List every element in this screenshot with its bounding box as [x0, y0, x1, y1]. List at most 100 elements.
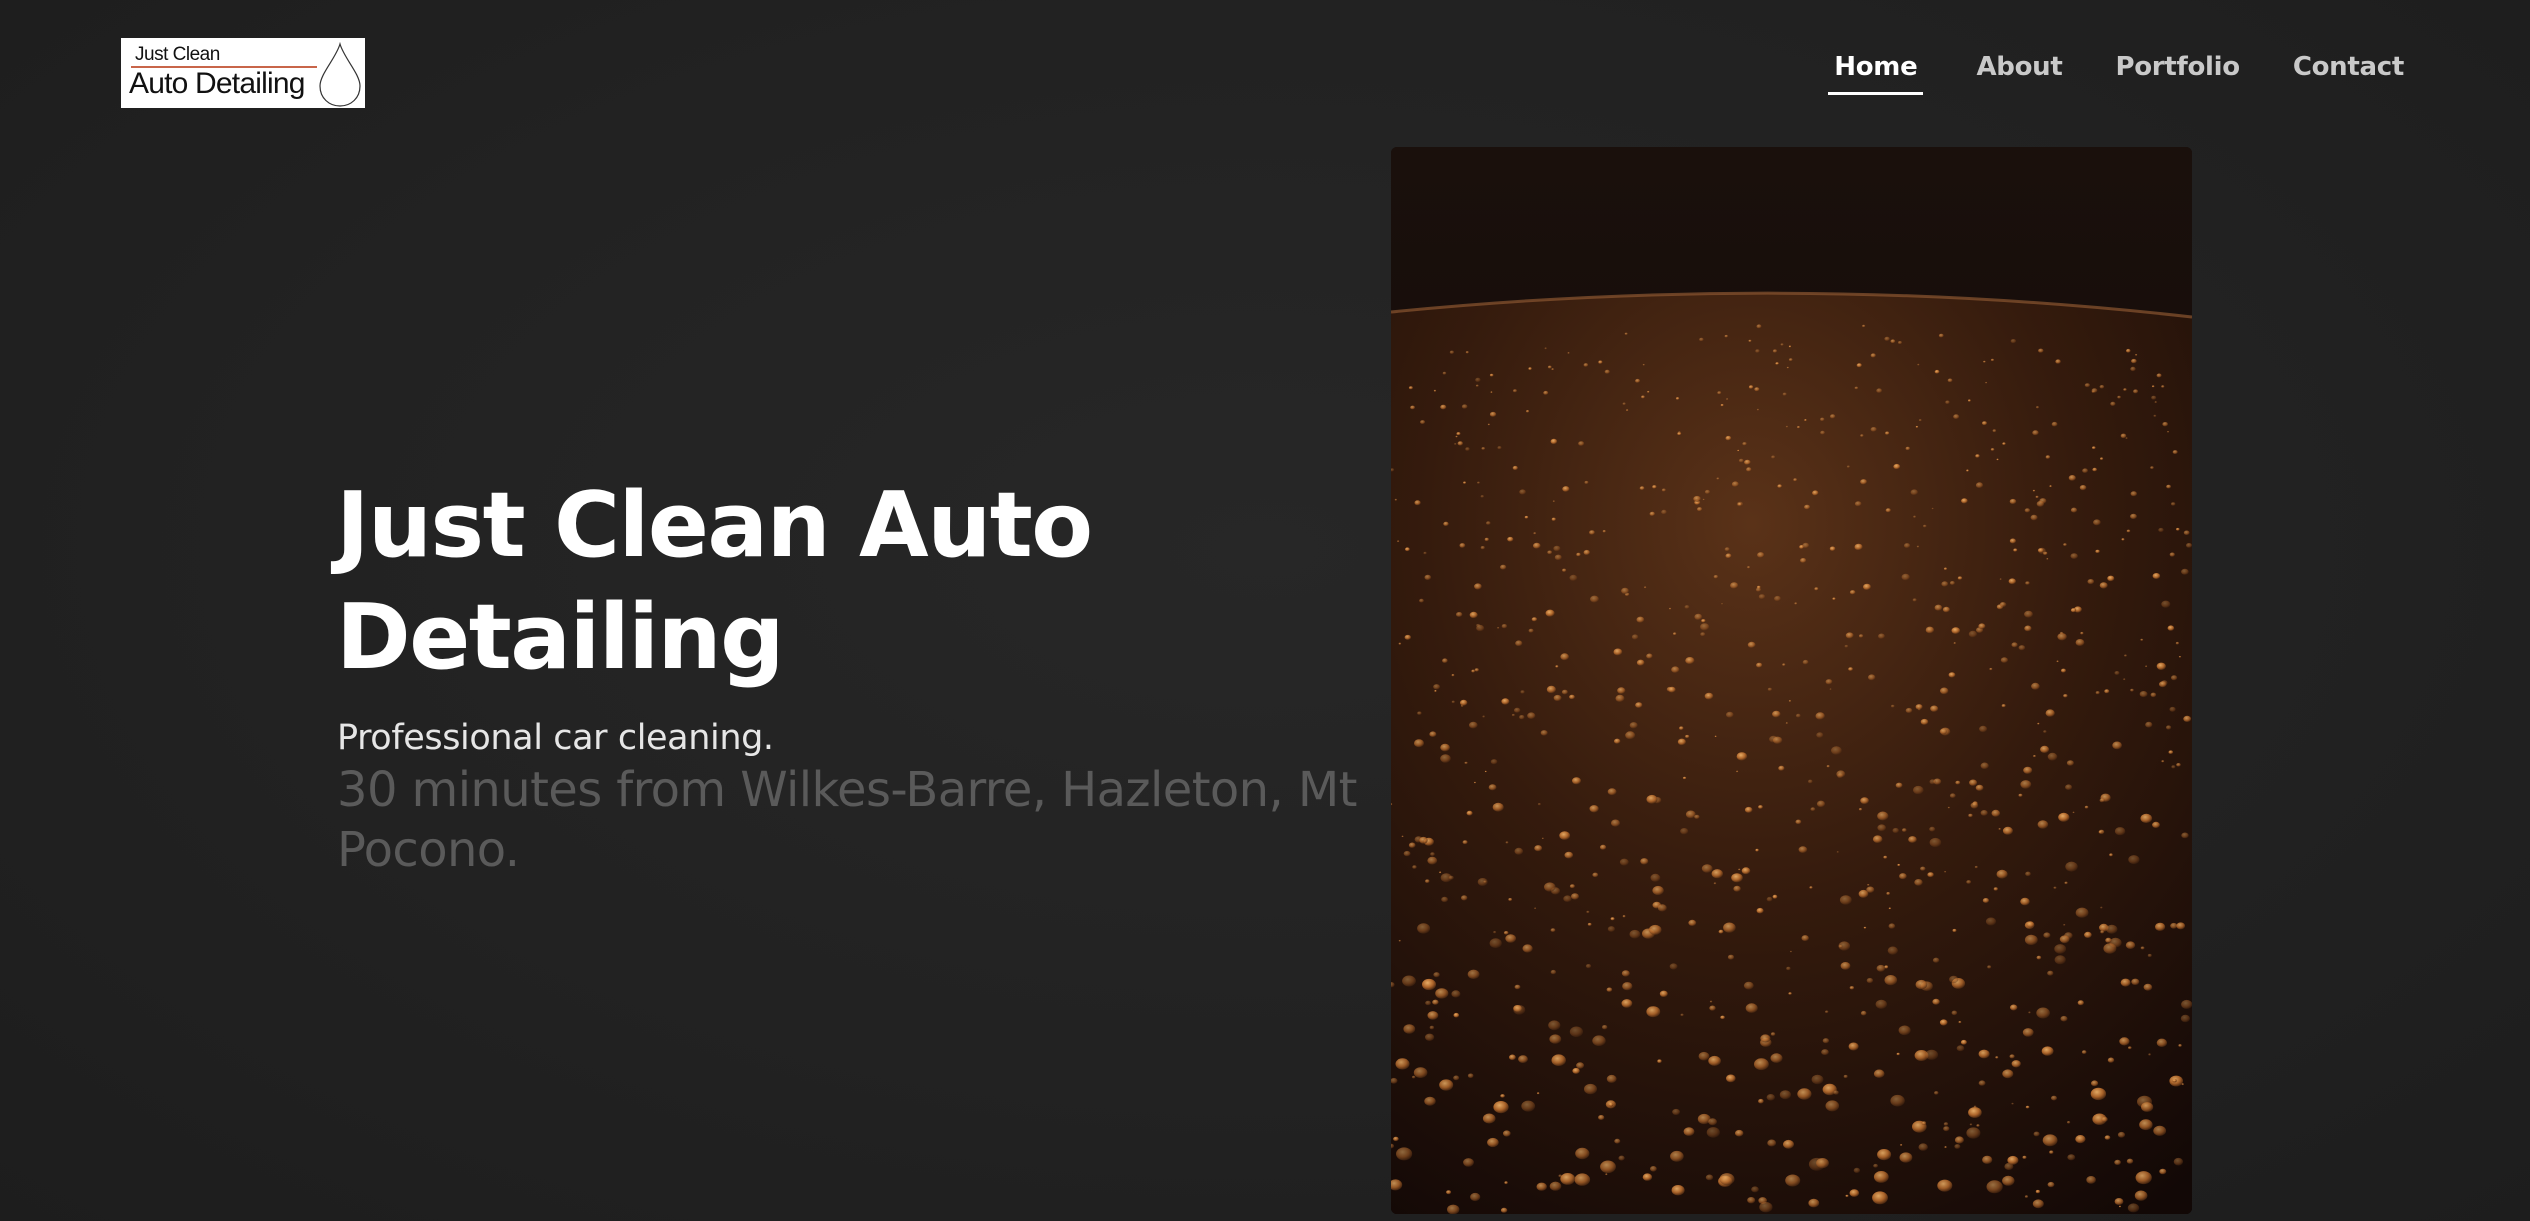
droplet — [2065, 784, 2073, 790]
droplet — [1560, 653, 1569, 661]
droplet — [1848, 667, 1853, 671]
droplet — [1414, 500, 1421, 506]
droplet — [2176, 763, 2181, 767]
droplet — [2002, 1175, 2015, 1186]
droplet — [2099, 385, 2105, 389]
droplet — [1884, 336, 1890, 341]
droplet — [1701, 619, 1706, 623]
droplet — [1943, 1122, 1949, 1126]
droplet — [1901, 573, 1910, 581]
droplet — [1930, 705, 1939, 712]
droplet — [1514, 984, 1521, 990]
droplet — [2119, 1037, 2130, 1046]
droplet — [1758, 1098, 1764, 1104]
droplet — [1586, 910, 1590, 914]
droplet — [1961, 498, 1968, 504]
droplet — [1957, 576, 1963, 580]
droplet — [1708, 1118, 1717, 1126]
droplet — [1711, 869, 1723, 879]
droplet — [2126, 348, 2131, 353]
droplet — [2178, 1044, 2182, 1047]
droplet — [2139, 1119, 2153, 1131]
droplet — [1447, 1204, 1460, 1214]
droplet — [1451, 990, 1461, 998]
droplet — [2091, 388, 2098, 393]
droplet — [2054, 944, 2067, 954]
droplet — [1790, 950, 1792, 953]
droplet — [1475, 377, 1481, 383]
droplet — [1401, 835, 1404, 838]
droplet — [1702, 498, 1705, 501]
droplet — [1853, 1167, 1861, 1173]
droplet — [1501, 698, 1510, 705]
droplet — [1733, 885, 1741, 892]
droplet — [1854, 501, 1862, 507]
droplet — [1474, 583, 1482, 590]
droplet — [2130, 513, 2137, 520]
droplet — [1536, 1182, 1547, 1191]
droplet — [1425, 879, 1430, 883]
page: Just Clean Auto Detailing Home About Por… — [0, 0, 2530, 1221]
nav-home[interactable]: Home — [1828, 52, 1924, 95]
droplet — [1492, 802, 1504, 812]
nav-portfolio[interactable]: Portfolio — [2115, 52, 2240, 95]
droplet — [1918, 419, 1922, 422]
droplet — [2166, 484, 2171, 489]
droplet — [1567, 352, 1570, 354]
droplet — [2172, 450, 2178, 455]
droplet — [2058, 812, 2070, 822]
nav-about[interactable]: About — [1976, 52, 2062, 95]
droplet — [2036, 1007, 2050, 1019]
droplet — [1780, 343, 1784, 346]
droplet — [1435, 988, 1449, 999]
droplet — [1584, 1083, 1597, 1095]
droplet — [1685, 734, 1690, 739]
droplet — [1978, 1080, 1986, 1086]
droplet — [1682, 776, 1687, 780]
droplet — [1954, 1136, 1964, 1144]
droplet — [1615, 694, 1625, 703]
droplet — [1934, 369, 1940, 374]
droplet — [1892, 827, 1899, 834]
droplet — [1744, 459, 1751, 465]
droplet — [1794, 602, 1798, 605]
droplet — [1912, 598, 1917, 602]
droplet — [2173, 1157, 2184, 1166]
droplet — [2141, 1102, 2154, 1112]
droplet — [2120, 978, 2131, 987]
site-logo[interactable]: Just Clean Auto Detailing — [121, 38, 365, 108]
droplet — [1527, 712, 1536, 719]
droplet — [1540, 730, 1548, 736]
droplet — [1867, 884, 1870, 886]
droplet — [1797, 1088, 1812, 1100]
droplet — [1756, 907, 1764, 914]
nav-contact[interactable]: Contact — [2293, 52, 2404, 95]
droplet — [1625, 731, 1636, 740]
droplet — [1759, 1202, 1773, 1213]
droplet — [1877, 824, 1886, 832]
droplet — [1966, 469, 1969, 472]
droplet — [1999, 602, 2007, 608]
droplet — [1455, 435, 1458, 438]
droplet — [2171, 765, 2176, 769]
droplet — [2128, 855, 2140, 865]
droplet — [1461, 404, 1468, 409]
droplet — [1559, 831, 1571, 840]
droplet — [1531, 617, 1538, 622]
droplet — [1788, 358, 1793, 362]
droplet — [1546, 685, 1556, 694]
droplet — [1953, 642, 1956, 644]
droplet — [2131, 358, 2137, 364]
droplet — [1569, 574, 1578, 581]
droplet — [1537, 1092, 1540, 1095]
droplet — [1942, 606, 1950, 613]
droplet — [1897, 863, 1901, 867]
droplet — [2100, 457, 2104, 461]
droplet — [1585, 964, 1592, 969]
droplet — [1809, 886, 1813, 889]
droplet — [1443, 521, 1449, 527]
droplet — [1885, 508, 1891, 513]
droplet — [1816, 800, 1826, 808]
droplet — [1849, 1189, 1860, 1197]
droplet — [1883, 855, 1888, 859]
